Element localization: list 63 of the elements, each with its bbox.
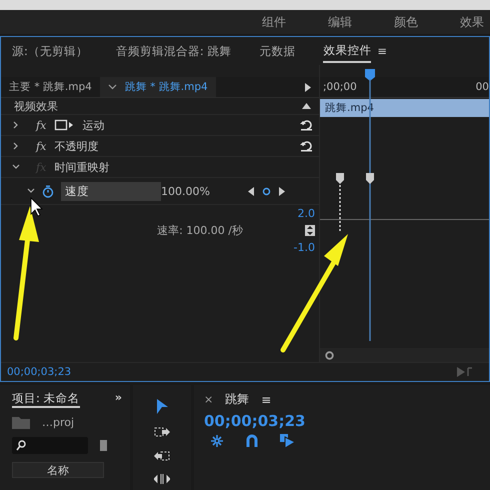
search-icon [16, 440, 26, 451]
effect-name: 运动 [82, 118, 104, 132]
keyframe-marker[interactable] [366, 173, 374, 184]
panel-tab[interactable]: 音频剪辑混合器: 跳舞 [116, 40, 232, 62]
panel-tab[interactable]: 源:（无剪辑） [12, 40, 88, 62]
collapse-icon[interactable] [302, 103, 311, 109]
graph-scale-icon[interactable] [305, 225, 315, 236]
disclosure-icon[interactable] [12, 121, 20, 129]
effect-name: 不透明度 [54, 138, 98, 154]
previous-keyframe-icon[interactable] [248, 186, 254, 196]
panel-tab[interactable]: 元数据 [259, 40, 296, 62]
more-panels-button[interactable]: » [114, 391, 122, 408]
transform-icon[interactable] [54, 119, 74, 131]
sequence-tab[interactable]: 跳舞 [225, 391, 250, 408]
rate-label: 速率: 100.00 /秒 [157, 223, 243, 238]
ruler-label: 00 [476, 81, 489, 93]
add-keyframe-icon[interactable] [262, 186, 271, 196]
graph-max-label: 2.0 [298, 207, 315, 220]
folder-icon [12, 416, 30, 429]
search-field[interactable] [12, 437, 88, 454]
section-title: 视频效果 [14, 98, 58, 114]
play-icon[interactable] [305, 82, 311, 92]
clip-bar[interactable]: 跳舞.mp4 [320, 99, 489, 117]
nest-icon[interactable] [210, 434, 224, 448]
next-keyframe-icon[interactable] [279, 186, 285, 196]
fx-badge[interactable]: fx [36, 118, 46, 132]
zoom-handle-icon[interactable] [325, 350, 334, 360]
split-arrows-icon[interactable] [154, 474, 170, 484]
ripple-edit-icon[interactable] [154, 450, 170, 462]
cursor-icon [30, 197, 43, 217]
close-icon[interactable]: × [204, 393, 214, 406]
effect-name: 时间重映射 [54, 160, 110, 174]
workspace-tab[interactable]: 颜色 [394, 14, 418, 30]
timecode[interactable]: 00;00;03;23 [7, 366, 72, 378]
project-file: …proj [42, 416, 74, 429]
selection-tool-icon[interactable] [156, 399, 168, 414]
reset-icon[interactable] [300, 140, 313, 152]
sequence-timecode[interactable]: 00;00;03;23 [204, 412, 490, 430]
track-select-icon[interactable] [154, 426, 170, 438]
workspace-tab[interactable]: 编辑 [328, 14, 352, 30]
project-tab[interactable]: 项目: 未命名 [12, 391, 80, 408]
clip-name: 跳舞.mp4 [325, 101, 374, 115]
speed-value[interactable]: 100.00% [161, 184, 210, 198]
panel-menu-icon[interactable]: ≡ [377, 44, 388, 58]
workspace-tab[interactable]: 组件 [262, 14, 286, 30]
disclosure-icon[interactable] [27, 187, 35, 195]
graph-min-label: -1.0 [294, 241, 315, 254]
panel-tab[interactable]: 效果控件 [323, 40, 372, 62]
disclosure-icon[interactable] [12, 142, 20, 150]
clip-tab[interactable]: 跳舞 * 跳舞.mp4 [100, 77, 216, 97]
property-name: 速度 [61, 182, 161, 200]
ruler-label: ;00;00 [323, 81, 357, 93]
chevron-down-icon [108, 84, 117, 90]
keyframe-marker[interactable] [336, 173, 344, 233]
fx-badge[interactable]: fx [36, 140, 46, 152]
panel-menu-icon[interactable]: ≡ [261, 392, 272, 406]
reset-icon[interactable] [300, 119, 313, 131]
linked-selection-icon[interactable] [280, 434, 295, 448]
column-header[interactable]: 名称 [12, 462, 104, 478]
snap-icon[interactable] [246, 434, 258, 447]
workspace-tab[interactable]: 效果 [460, 14, 484, 30]
stopwatch-icon[interactable] [42, 184, 54, 198]
clip-tab[interactable]: 主要 * 跳舞.mp4 [1, 77, 100, 97]
